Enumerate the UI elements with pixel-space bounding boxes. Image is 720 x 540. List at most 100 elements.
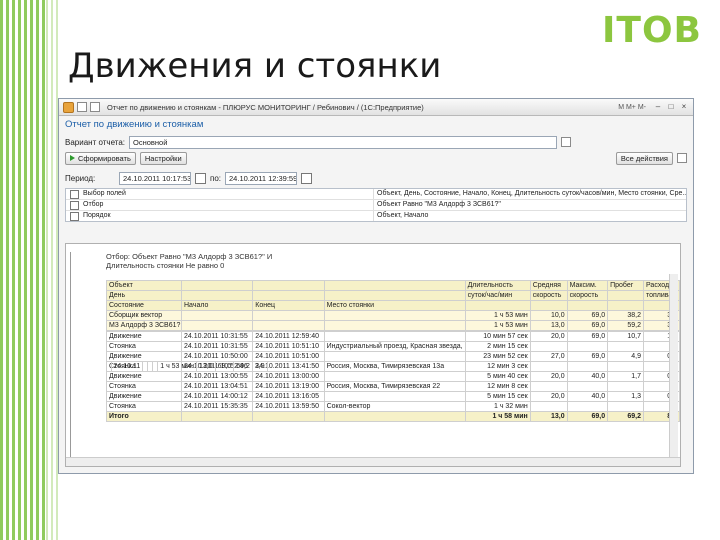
report-header-cell: Объект (106, 280, 182, 291)
report-cell: 69,0 (566, 310, 609, 321)
report-output[interactable]: Отбор: Объект Равно "М3 Алдорф 3 ЗСВ61?"… (65, 243, 681, 467)
report-row[interactable]: Движение 24.10.2011 10:31:55 24.10.2011 12… (106, 331, 680, 342)
report-cell (252, 320, 325, 331)
toolbar-forward-icon[interactable] (90, 102, 100, 112)
report-row[interactable]: Итого1 ч 58 мин13,069,069,28,9 (106, 411, 680, 422)
report-cell: 10 мин 57 сек (464, 331, 531, 342)
report-row[interactable]: Стоянка 24.10.2011 15:35:35 24.10.2011 13:… (106, 401, 680, 412)
close-button[interactable]: × (679, 102, 689, 112)
report-cell (323, 320, 466, 331)
itob-logo: ITOB (602, 10, 702, 51)
grouping-bracket (70, 252, 81, 460)
toolbar-back-icon[interactable] (77, 102, 87, 112)
report-cell: 24.10.2011 13:19:00 (252, 381, 325, 392)
report-cell (566, 401, 609, 412)
report-cell: 5 мин 15 сек (464, 391, 531, 402)
report-cell: 24.10.2011 12:59:40 (252, 331, 325, 342)
param-row[interactable]: Порядок Объект, Начало (66, 211, 686, 221)
report-cell (323, 391, 466, 402)
param-checkbox[interactable] (70, 212, 79, 221)
report-header-cell: скорость (566, 290, 609, 301)
report-cell: 3,9 (251, 360, 268, 372)
period-to-label: по: (210, 173, 222, 183)
report-row[interactable]: Движение 24.10.2011 14:00:12 24.10.2011 13… (106, 391, 680, 402)
report-row[interactable]: Движение 24.10.2011 13:00:55 24.10.2011 13… (106, 371, 680, 382)
report-window: Отчет по движению и стоянкам - ПЛЮРУС МО… (58, 98, 694, 474)
minimize-button[interactable]: – (653, 102, 663, 112)
report-cell: 13,0 (529, 411, 568, 422)
report-cell: 10,0 (529, 310, 568, 321)
maximize-button[interactable]: □ (666, 102, 676, 112)
vertical-scrollbar[interactable] (669, 274, 678, 464)
report-header-cell: скорость (529, 290, 568, 301)
report-cell: 27,0 (529, 351, 568, 362)
horizontal-scrollbar[interactable] (66, 457, 680, 466)
report-cell: 2 мин 15 сек (464, 341, 531, 352)
report-cell (607, 341, 644, 352)
report-cell: 24.10.11 (110, 360, 144, 372)
report-row[interactable]: 24.10.11 1 ч 53 мин 13,0 69,0 69,2 3,9 (110, 360, 268, 372)
report-row[interactable]: Сборщик вектор1 ч 53 мин10,069,038,23,9 (106, 310, 680, 321)
report-cell (180, 320, 254, 331)
report-cell: 24.10.2011 13:00:00 (252, 371, 325, 382)
report-cell: Стоянка (106, 341, 182, 352)
report-cell: 40,0 (566, 371, 609, 382)
settings-button[interactable]: Настройки (139, 151, 187, 165)
generate-button[interactable]: Сформировать (65, 151, 136, 165)
param-value[interactable]: Объект, Начало (374, 211, 686, 221)
report-cell: 69,0 (214, 360, 235, 372)
report-cell: Россия, Москва, Тимирязевская 22 (323, 381, 466, 392)
report-cell: 24.10.2011 10:31:55 (180, 331, 254, 342)
param-row[interactable]: Выбор полей Объект, День, Состояние, Нач… (66, 189, 686, 200)
report-cell: Стоянка (106, 381, 182, 392)
report-header-cell: Средняя (529, 280, 568, 291)
param-checkbox[interactable] (70, 201, 79, 210)
params-table: Выбор полей Объект, День, Состояние, Нач… (65, 188, 687, 222)
report-row[interactable]: Стоянка 24.10.2011 10:31:55 24.10.2011 10:… (106, 341, 680, 352)
window-title: Отчет по движению и стоянкам - ПЛЮРУС МО… (107, 102, 424, 112)
report-cell: 24.10.2011 10:51:10 (252, 341, 325, 352)
report-cell (323, 351, 466, 362)
help-icon[interactable] (677, 153, 687, 163)
report-header-cell: Длительность (464, 280, 531, 291)
report-cell: 69,0 (566, 331, 609, 342)
report-cell (252, 310, 325, 321)
report-header-cell: Конец (252, 300, 325, 311)
period-from-field[interactable]: 24.10.2011 10:17:53 (119, 171, 191, 185)
report-cell: 69,2 (233, 360, 253, 372)
all-actions-button[interactable]: Все действия (615, 151, 673, 165)
variant-field[interactable]: Основной (129, 135, 557, 149)
report-header-cell (529, 300, 568, 311)
param-checkbox[interactable] (70, 190, 79, 199)
report-cell: 38,2 (607, 310, 644, 321)
param-value[interactable]: Объект, День, Состояние, Начало, Конец, … (374, 189, 686, 199)
report-cell: 5 мин 40 сек (464, 371, 531, 382)
report-cell: 24.10.2011 10:31:55 (180, 341, 254, 352)
report-header-row: День суток/час/мин скорость скорость топлива (106, 290, 680, 301)
slide-title: Движения и стоянки (68, 46, 442, 86)
param-value[interactable]: Объект Равно "М3 Алдорф 3 ЗСВ61?" (374, 200, 686, 210)
calendar-icon[interactable] (195, 172, 206, 184)
calendar-icon[interactable] (301, 172, 313, 184)
report-cell: 20,0 (529, 371, 568, 382)
memory-buttons[interactable]: M M+ M- (618, 104, 646, 111)
report-row[interactable]: Стоянка 24.10.2011 13:04:51 24.10.2011 13:… (106, 381, 680, 392)
report-cell: Индустриальный проезд, Красная звезда, Р… (323, 341, 466, 352)
param-row[interactable]: Отбор Объект Равно "М3 Алдорф 3 ЗСВ61?" (66, 200, 686, 211)
report-cell: 13,0 (529, 320, 568, 331)
report-cell: Движение (106, 391, 182, 402)
report-cell: Стоянка (106, 401, 182, 412)
report-cell (323, 371, 466, 382)
report-row[interactable]: М3 Алдорф 3 ЗСВ61? 1 ч 53 мин 13,0 69,0 59,2… (106, 320, 680, 331)
report-header-row: Объект Длительность Средняя Максим. Пробег Ра… (106, 280, 680, 291)
report-cell: 24.10.2011 13:16:05 (252, 391, 325, 402)
report-cell: 1 ч 58 мин (464, 411, 531, 422)
report-cell: 12 мин 3 сек (464, 361, 531, 372)
app-icon (63, 101, 74, 113)
report-table: Объект Длительность Средняя Максим. Пробег Ра… (106, 280, 680, 422)
report-cell (529, 401, 568, 412)
play-icon (70, 154, 75, 161)
report-cell: Сокол-вектор (323, 401, 466, 412)
variant-select-icon[interactable] (561, 137, 571, 147)
period-to-field[interactable]: 24.10.2011 12:39:59 (225, 171, 298, 185)
